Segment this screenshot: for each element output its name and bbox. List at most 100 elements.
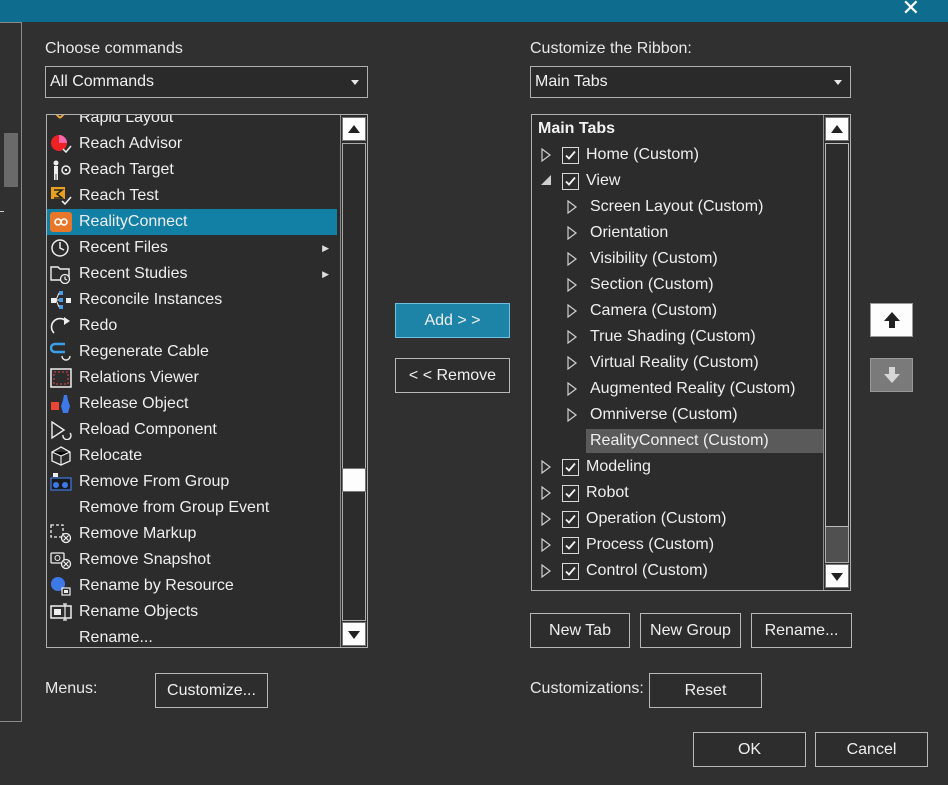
command-list-item[interactable]: Rename Objects xyxy=(47,599,337,625)
ribbon-group-item[interactable]: Orientation xyxy=(567,220,836,246)
command-list-item[interactable]: Regenerate Cable xyxy=(47,339,337,365)
ribbon-tree-scrollbar[interactable] xyxy=(823,115,850,590)
collapsed-arrow-icon[interactable] xyxy=(566,226,578,240)
tab-checkbox[interactable] xyxy=(562,459,579,476)
tab-checkbox[interactable] xyxy=(562,173,579,190)
remove-button[interactable]: < < Remove xyxy=(395,358,510,393)
recent-studies-icon xyxy=(50,264,72,285)
ribbon-group-item[interactable]: Visibility (Custom) xyxy=(567,246,836,272)
ribbon-tab-item[interactable]: Control (Custom) xyxy=(532,558,782,584)
scroll-track[interactable] xyxy=(342,143,366,621)
command-list-item[interactable]: RealityConnect xyxy=(47,209,337,235)
expanded-arrow-icon[interactable] xyxy=(540,174,552,188)
command-list-item[interactable]: Rapid Layout xyxy=(47,115,337,131)
scroll-thumb[interactable] xyxy=(825,143,849,527)
command-list-item[interactable]: Reach Advisor xyxy=(47,131,337,157)
command-list-item[interactable]: Reach Target xyxy=(47,157,337,183)
release-object-icon xyxy=(50,394,72,414)
tree-item-label: Camera (Custom) xyxy=(590,302,718,319)
collapsed-arrow-icon[interactable] xyxy=(540,486,552,500)
collapsed-arrow-icon[interactable] xyxy=(540,564,552,578)
ribbon-tab-item[interactable]: Home (Custom) xyxy=(532,142,782,168)
scroll-thumb[interactable] xyxy=(342,468,366,492)
command-list-item[interactable]: Recent Studies ▶ xyxy=(47,261,337,287)
tab-checkbox[interactable] xyxy=(562,147,579,164)
tab-checkbox[interactable] xyxy=(562,537,579,554)
cancel-button[interactable]: Cancel xyxy=(815,732,928,767)
command-list-item[interactable]: Remove From Group xyxy=(47,469,337,495)
command-label: Remove Markup xyxy=(79,525,197,542)
command-list-item[interactable]: Reach Test xyxy=(47,183,337,209)
ribbon-tab-item[interactable]: Robot xyxy=(532,480,782,506)
new-group-button[interactable]: New Group xyxy=(640,613,741,648)
scroll-track[interactable] xyxy=(825,143,849,563)
ribbon-group-item[interactable]: Screen Layout (Custom) xyxy=(567,194,836,220)
scroll-up-button[interactable] xyxy=(342,117,366,141)
command-list-item[interactable]: Reconcile Instances xyxy=(47,287,337,313)
command-list-item[interactable]: Relations Viewer xyxy=(47,365,337,391)
tree-item-label: Home (Custom) xyxy=(586,146,699,163)
command-list-item[interactable]: Remove Snapshot xyxy=(47,547,337,573)
collapsed-arrow-icon[interactable] xyxy=(566,304,578,318)
tree-item-label: True Shading (Custom) xyxy=(590,328,756,345)
collapsed-arrow-icon[interactable] xyxy=(566,408,578,422)
choose-commands-dropdown[interactable]: All Commands xyxy=(45,66,368,98)
ribbon-tab-item[interactable]: Operation (Custom) xyxy=(532,506,782,532)
command-label: Rename by Resource xyxy=(79,577,234,594)
scroll-up-button[interactable] xyxy=(825,117,849,141)
command-list-item[interactable]: Release Object xyxy=(47,391,337,417)
ok-button[interactable]: OK xyxy=(693,732,806,767)
tab-checkbox[interactable] xyxy=(562,563,579,580)
command-list-item[interactable]: Rename... xyxy=(47,625,337,647)
collapsed-arrow-icon[interactable] xyxy=(540,512,552,526)
collapsed-arrow-icon[interactable] xyxy=(566,382,578,396)
command-label: Relocate xyxy=(79,447,143,464)
collapsed-arrow-icon[interactable] xyxy=(566,252,578,266)
customize-menus-button[interactable]: Customize... xyxy=(155,673,268,708)
customize-ribbon-dropdown[interactable]: Main Tabs xyxy=(530,66,851,98)
commands-scrollbar[interactable] xyxy=(340,115,367,647)
reset-button[interactable]: Reset xyxy=(649,673,762,708)
close-icon[interactable]: ✕ xyxy=(902,0,920,21)
chevron-down-icon xyxy=(834,80,842,85)
checkmark-icon xyxy=(565,566,576,576)
collapsed-arrow-icon[interactable] xyxy=(566,330,578,344)
ribbon-group-item[interactable]: Camera (Custom) xyxy=(567,298,836,324)
command-list-item[interactable]: Recent Files ▶ xyxy=(47,235,337,261)
scroll-down-button[interactable] xyxy=(342,622,366,646)
commands-list[interactable]: Rapid Layout Reach Advisor Reach Target Rea… xyxy=(46,114,368,648)
collapsed-arrow-icon[interactable] xyxy=(566,278,578,292)
ribbon-group-item[interactable]: Augmented Reality (Custom) xyxy=(567,376,836,402)
collapsed-arrow-icon[interactable] xyxy=(540,460,552,474)
command-list-item[interactable]: Remove Markup xyxy=(47,521,337,547)
tab-checkbox[interactable] xyxy=(562,485,579,502)
ribbon-tree[interactable]: Main Tabs Home (Custom) View Screen Layout… xyxy=(531,114,851,591)
command-list-item[interactable]: Remove from Group Event xyxy=(47,495,337,521)
collapsed-arrow-icon[interactable] xyxy=(566,356,578,370)
scroll-down-button[interactable] xyxy=(825,564,849,588)
checkmark-icon xyxy=(565,540,576,550)
ribbon-group-item[interactable]: Virtual Reality (Custom) xyxy=(567,350,836,376)
move-up-button[interactable] xyxy=(870,303,913,337)
move-down-button[interactable] xyxy=(870,358,913,392)
collapsed-arrow-icon[interactable] xyxy=(540,538,552,552)
collapsed-arrow-icon[interactable] xyxy=(540,148,552,162)
ribbon-tab-item[interactable]: Process (Custom) xyxy=(532,532,782,558)
command-list-item[interactable]: Relocate xyxy=(47,443,337,469)
ribbon-group-item[interactable]: True Shading (Custom) xyxy=(567,324,836,350)
rename-button[interactable]: Rename... xyxy=(751,613,852,648)
command-label: Remove From Group xyxy=(79,473,230,490)
ribbon-group-item[interactable]: Omniverse (Custom) xyxy=(567,402,836,428)
add-button[interactable]: Add > > xyxy=(395,303,510,338)
collapsed-arrow-icon[interactable] xyxy=(566,200,578,214)
command-list-item[interactable]: Rename by Resource xyxy=(47,573,337,599)
ribbon-tab-item[interactable]: View xyxy=(532,168,782,194)
new-tab-button[interactable]: New Tab xyxy=(530,613,630,648)
ribbon-group-item[interactable]: Section (Custom) xyxy=(567,272,836,298)
ribbon-group-item[interactable]: RealityConnect (Custom) xyxy=(586,429,823,453)
tab-checkbox[interactable] xyxy=(562,511,579,528)
ribbon-tab-item[interactable]: Modeling xyxy=(532,454,782,480)
chevron-down-icon xyxy=(351,80,359,85)
command-list-item[interactable]: Redo xyxy=(47,313,337,339)
command-list-item[interactable]: Reload Component xyxy=(47,417,337,443)
